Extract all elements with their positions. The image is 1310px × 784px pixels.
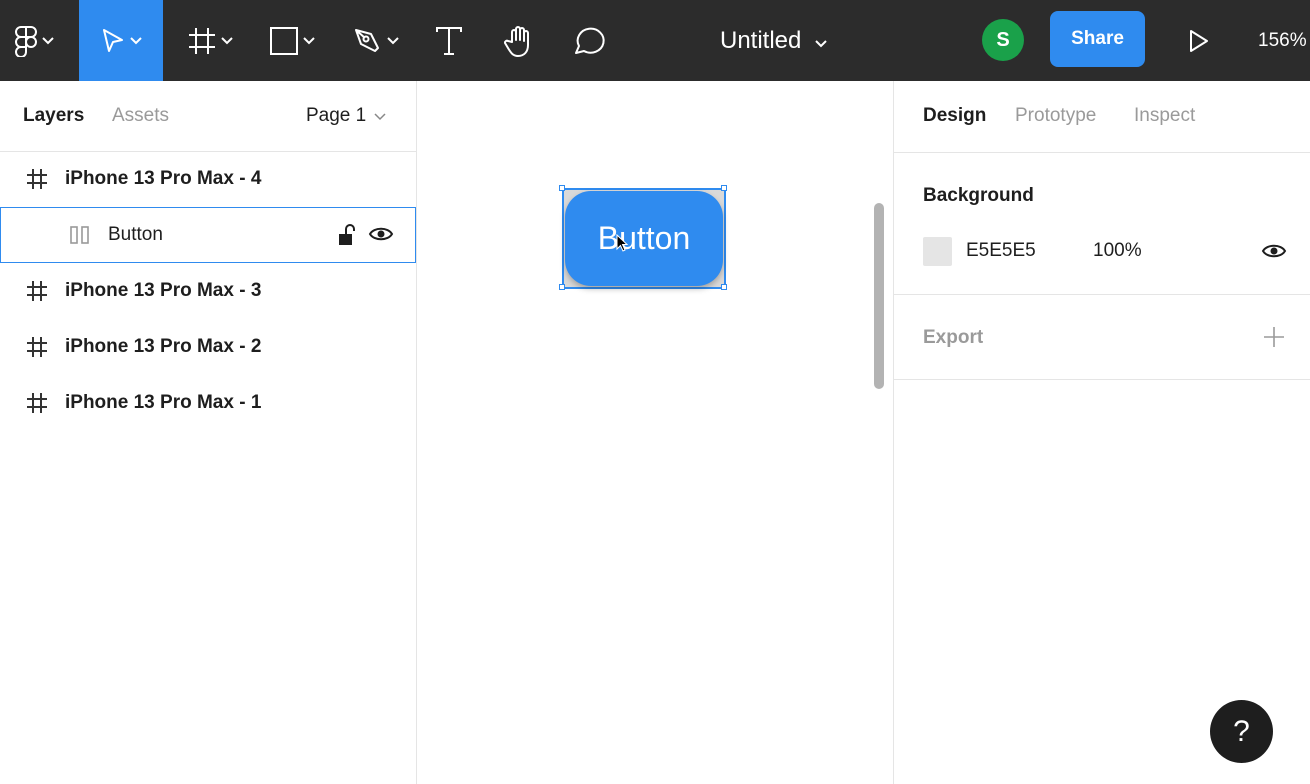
text-tool[interactable] <box>435 0 465 81</box>
layers-panel: Layers Assets Page 1 iPhone 13 Pro Max -… <box>0 81 417 784</box>
layer-row[interactable]: iPhone 13 Pro Max - 3 <box>0 264 416 320</box>
eye-icon[interactable] <box>1261 241 1287 266</box>
comment-icon <box>572 25 606 57</box>
panel-tabs: Layers Assets Page 1 <box>0 81 416 152</box>
tab-design[interactable]: Design <box>923 105 986 127</box>
cursor-arrow-icon <box>100 27 126 55</box>
help-button[interactable]: ? <box>1210 700 1273 763</box>
chevron-down-icon <box>42 36 54 45</box>
zoom-level[interactable]: 156% <box>1258 0 1307 81</box>
eye-icon[interactable] <box>368 224 394 249</box>
shape-tool[interactable] <box>269 0 323 81</box>
background-color-swatch[interactable] <box>923 237 952 266</box>
component-icon <box>69 224 91 251</box>
comment-tool[interactable] <box>572 0 606 81</box>
background-hex-input[interactable]: E5E5E5 <box>966 240 1036 262</box>
resize-handle[interactable] <box>559 185 565 191</box>
frame-icon <box>187 26 217 56</box>
toolbar: Untitled S Share 156% <box>0 0 1310 81</box>
resize-handle[interactable] <box>721 185 727 191</box>
resize-handle[interactable] <box>721 284 727 290</box>
layer-row-selected[interactable]: Button <box>0 207 416 263</box>
pen-icon <box>353 26 383 56</box>
document-title: Untitled <box>720 26 802 54</box>
resize-handle[interactable] <box>559 284 565 290</box>
frame-icon <box>26 280 48 307</box>
canvas-scrollbar[interactable] <box>874 203 884 389</box>
rectangle-icon <box>269 26 299 56</box>
layer-row[interactable]: iPhone 13 Pro Max - 4 <box>0 152 416 208</box>
chevron-down-icon <box>130 36 142 45</box>
page-selector[interactable]: Page 1 <box>306 105 386 127</box>
frame-icon <box>26 392 48 419</box>
layer-label: iPhone 13 Pro Max - 2 <box>65 336 262 357</box>
layer-label: iPhone 13 Pro Max - 3 <box>65 280 262 301</box>
share-button[interactable]: Share <box>1050 11 1145 67</box>
background-section <box>894 153 1310 295</box>
frame-tool[interactable] <box>187 0 239 81</box>
background-title: Background <box>923 185 1034 206</box>
chevron-down-icon <box>221 36 233 45</box>
hand-tool[interactable] <box>503 0 537 81</box>
chevron-down-icon <box>374 105 386 127</box>
mouse-cursor-icon <box>616 233 629 257</box>
layer-label: iPhone 13 Pro Max - 4 <box>65 168 262 189</box>
main-menu[interactable] <box>14 0 64 81</box>
layer-row[interactable]: iPhone 13 Pro Max - 1 <box>0 376 416 432</box>
unlock-icon[interactable] <box>336 223 358 252</box>
properties-tabs: Design Prototype Inspect <box>894 81 1310 153</box>
chevron-down-icon <box>815 27 828 55</box>
export-title: Export <box>923 327 984 348</box>
canvas-button-component[interactable]: Button <box>565 191 723 286</box>
tab-inspect[interactable]: Inspect <box>1134 105 1195 127</box>
figma-logo-icon <box>14 25 38 57</box>
layer-label: Button <box>108 224 163 245</box>
user-avatar[interactable]: S <box>982 19 1024 61</box>
tab-layers[interactable]: Layers <box>23 105 84 127</box>
tab-assets[interactable]: Assets <box>112 105 169 127</box>
plus-icon[interactable] <box>1263 326 1285 353</box>
chevron-down-icon <box>303 36 315 45</box>
frame-icon <box>26 336 48 363</box>
background-opacity-input[interactable]: 100% <box>1093 240 1142 262</box>
play-icon <box>1186 28 1210 54</box>
hand-icon <box>503 24 537 58</box>
present-button[interactable] <box>1186 0 1212 81</box>
chevron-down-icon <box>387 36 399 45</box>
frame-icon <box>26 168 48 195</box>
pen-tool[interactable] <box>353 0 407 81</box>
tab-prototype[interactable]: Prototype <box>1015 105 1096 127</box>
layer-label: iPhone 13 Pro Max - 1 <box>65 392 262 413</box>
document-title-menu[interactable]: Untitled <box>720 0 828 81</box>
move-tool[interactable] <box>79 0 163 81</box>
canvas[interactable]: Button <box>417 81 893 784</box>
layer-row[interactable]: iPhone 13 Pro Max - 2 <box>0 320 416 376</box>
text-icon <box>435 26 463 56</box>
properties-panel: Design Prototype Inspect Background E5E5… <box>893 81 1310 784</box>
page-selector-label: Page 1 <box>306 105 367 126</box>
